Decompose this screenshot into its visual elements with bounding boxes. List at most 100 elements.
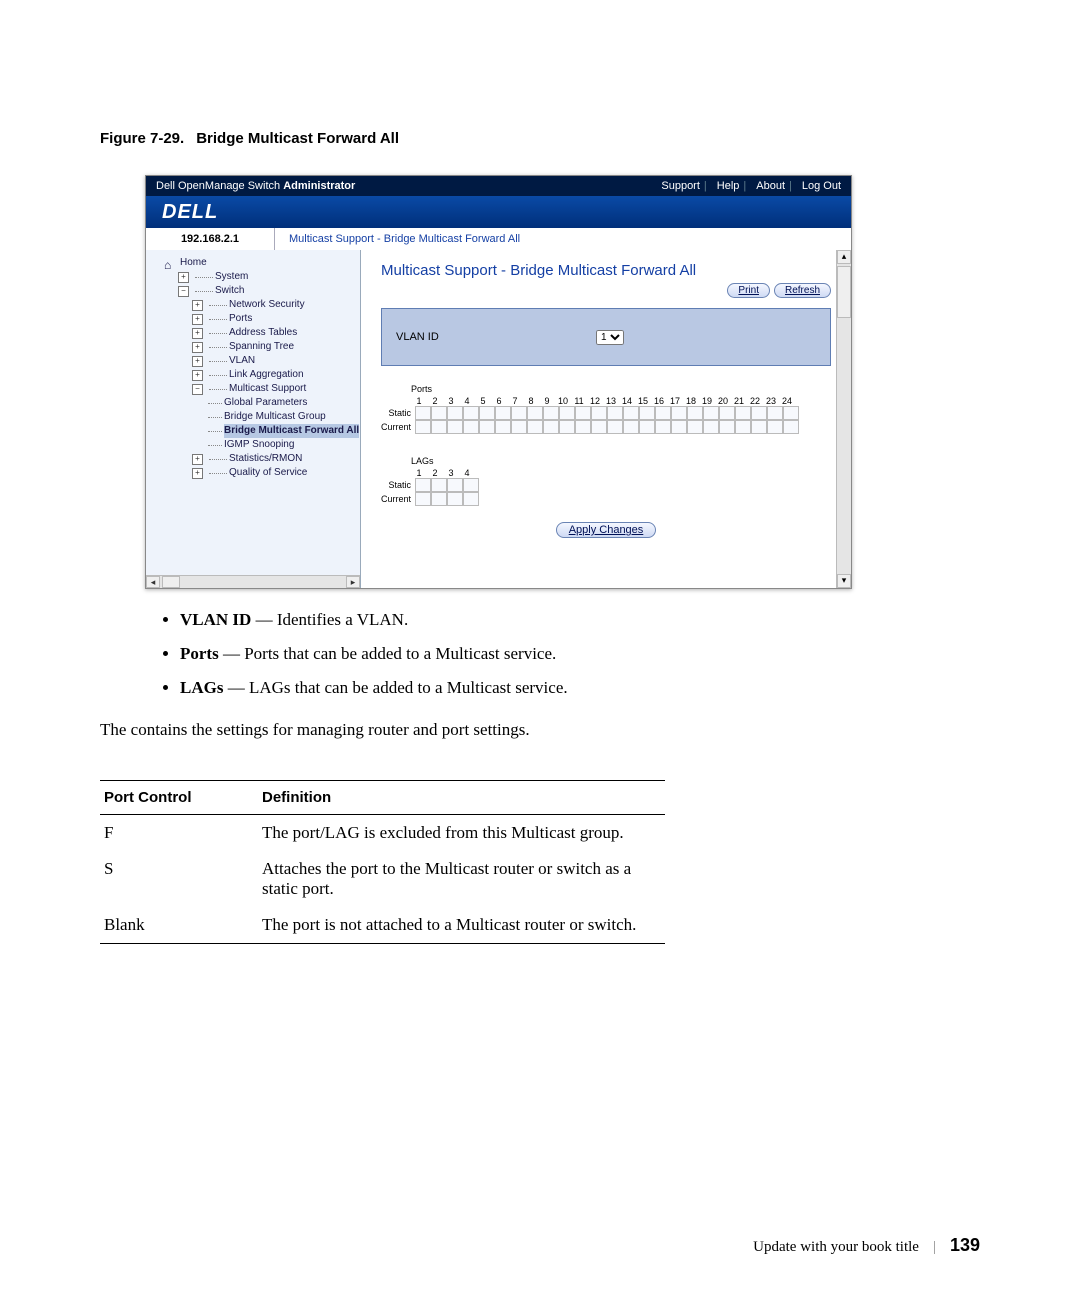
scroll-left-icon[interactable]: ◂: [146, 576, 160, 588]
port-cell[interactable]: [511, 406, 527, 420]
port-cell[interactable]: [543, 406, 559, 420]
nav-home[interactable]: Home: [164, 256, 360, 270]
port-cell[interactable]: [479, 406, 495, 420]
scroll-down-icon[interactable]: ▾: [837, 574, 851, 588]
expand-icon[interactable]: +: [192, 328, 203, 339]
scroll-thumb[interactable]: [837, 266, 851, 318]
expand-icon[interactable]: +: [192, 300, 203, 311]
lags-static-row: Static: [377, 478, 831, 492]
port-cell[interactable]: [527, 406, 543, 420]
nav-ports[interactable]: +Ports: [192, 312, 360, 326]
expand-icon[interactable]: +: [192, 454, 203, 465]
vertical-scrollbar[interactable]: ▴ ▾: [836, 250, 851, 588]
collapse-icon[interactable]: −: [178, 286, 189, 297]
port-cell[interactable]: [655, 420, 671, 434]
port-cell[interactable]: [559, 406, 575, 420]
port-cell[interactable]: [735, 420, 751, 434]
help-link[interactable]: Help: [717, 180, 740, 192]
nav-vlan[interactable]: +VLAN: [192, 354, 360, 368]
nav-horizontal-scrollbar[interactable]: ◂ ▸: [146, 575, 360, 588]
nav-switch[interactable]: −Switch: [178, 284, 360, 298]
port-cell[interactable]: [783, 406, 799, 420]
scroll-right-icon[interactable]: ▸: [346, 576, 360, 588]
port-cell[interactable]: [543, 420, 559, 434]
port-cell[interactable]: [671, 420, 687, 434]
port-cell[interactable]: [751, 420, 767, 434]
port-cell[interactable]: [447, 420, 463, 434]
port-cell[interactable]: [719, 406, 735, 420]
expand-icon[interactable]: +: [192, 356, 203, 367]
nav-statistics-rmon[interactable]: +Statistics/RMON: [192, 452, 360, 466]
port-cell[interactable]: [623, 420, 639, 434]
port-cell[interactable]: [591, 420, 607, 434]
apply-changes-button[interactable]: Apply Changes: [556, 522, 657, 538]
port-cell[interactable]: [767, 406, 783, 420]
port-cell[interactable]: [447, 406, 463, 420]
lag-cell[interactable]: [463, 492, 479, 506]
nav-network-security[interactable]: +Network Security: [192, 298, 360, 312]
port-cell[interactable]: [495, 406, 511, 420]
nav-spanning-tree[interactable]: +Spanning Tree: [192, 340, 360, 354]
port-cell[interactable]: [767, 420, 783, 434]
nav-system[interactable]: +System: [178, 270, 360, 284]
expand-icon[interactable]: +: [192, 342, 203, 353]
lag-cell[interactable]: [415, 478, 431, 492]
port-cell[interactable]: [623, 406, 639, 420]
nav-bridge-multicast-forward-all[interactable]: Bridge Multicast Forward All: [206, 424, 360, 438]
port-cell[interactable]: [607, 406, 623, 420]
port-cell[interactable]: [639, 406, 655, 420]
lag-cell[interactable]: [431, 478, 447, 492]
scroll-thumb[interactable]: [162, 576, 180, 588]
port-cell[interactable]: [671, 406, 687, 420]
print-button[interactable]: Print: [727, 283, 770, 298]
expand-icon[interactable]: +: [192, 314, 203, 325]
port-cell[interactable]: [703, 420, 719, 434]
lag-cell[interactable]: [431, 492, 447, 506]
nav-igmp-snooping[interactable]: IGMP Snooping: [206, 438, 360, 452]
port-cell[interactable]: [575, 420, 591, 434]
port-cell[interactable]: [463, 420, 479, 434]
refresh-button[interactable]: Refresh: [774, 283, 831, 298]
nav-link-aggregation[interactable]: +Link Aggregation: [192, 368, 360, 382]
nav-address-tables[interactable]: +Address Tables: [192, 326, 360, 340]
port-cell[interactable]: [431, 420, 447, 434]
logout-link[interactable]: Log Out: [802, 180, 841, 192]
port-cell[interactable]: [591, 406, 607, 420]
port-cell[interactable]: [639, 420, 655, 434]
port-cell[interactable]: [687, 420, 703, 434]
nav-bridge-multicast-group[interactable]: Bridge Multicast Group: [206, 410, 360, 424]
port-cell[interactable]: [751, 406, 767, 420]
lag-cell[interactable]: [415, 492, 431, 506]
port-cell[interactable]: [559, 420, 575, 434]
expand-icon[interactable]: +: [192, 370, 203, 381]
port-cell[interactable]: [655, 406, 671, 420]
port-cell[interactable]: [687, 406, 703, 420]
port-cell[interactable]: [719, 420, 735, 434]
port-cell[interactable]: [479, 420, 495, 434]
expand-icon[interactable]: +: [178, 272, 189, 283]
port-cell[interactable]: [511, 420, 527, 434]
port-cell[interactable]: [607, 420, 623, 434]
nav-multicast-support[interactable]: −Multicast Support: [192, 382, 360, 396]
port-cell[interactable]: [495, 420, 511, 434]
port-cell[interactable]: [463, 406, 479, 420]
port-cell[interactable]: [575, 406, 591, 420]
scroll-up-icon[interactable]: ▴: [837, 250, 851, 264]
lag-cell[interactable]: [447, 492, 463, 506]
vlan-id-select[interactable]: 1: [596, 330, 624, 345]
port-cell[interactable]: [415, 420, 431, 434]
port-cell[interactable]: [783, 420, 799, 434]
lag-cell[interactable]: [447, 478, 463, 492]
nav-global-parameters[interactable]: Global Parameters: [206, 396, 360, 410]
port-cell[interactable]: [735, 406, 751, 420]
expand-icon[interactable]: +: [192, 468, 203, 479]
about-link[interactable]: About: [756, 180, 785, 192]
support-link[interactable]: Support: [661, 180, 700, 192]
collapse-icon[interactable]: −: [192, 384, 203, 395]
port-cell[interactable]: [431, 406, 447, 420]
port-cell[interactable]: [415, 406, 431, 420]
nav-qos[interactable]: +Quality of Service: [192, 466, 360, 480]
lag-cell[interactable]: [463, 478, 479, 492]
port-cell[interactable]: [703, 406, 719, 420]
port-cell[interactable]: [527, 420, 543, 434]
